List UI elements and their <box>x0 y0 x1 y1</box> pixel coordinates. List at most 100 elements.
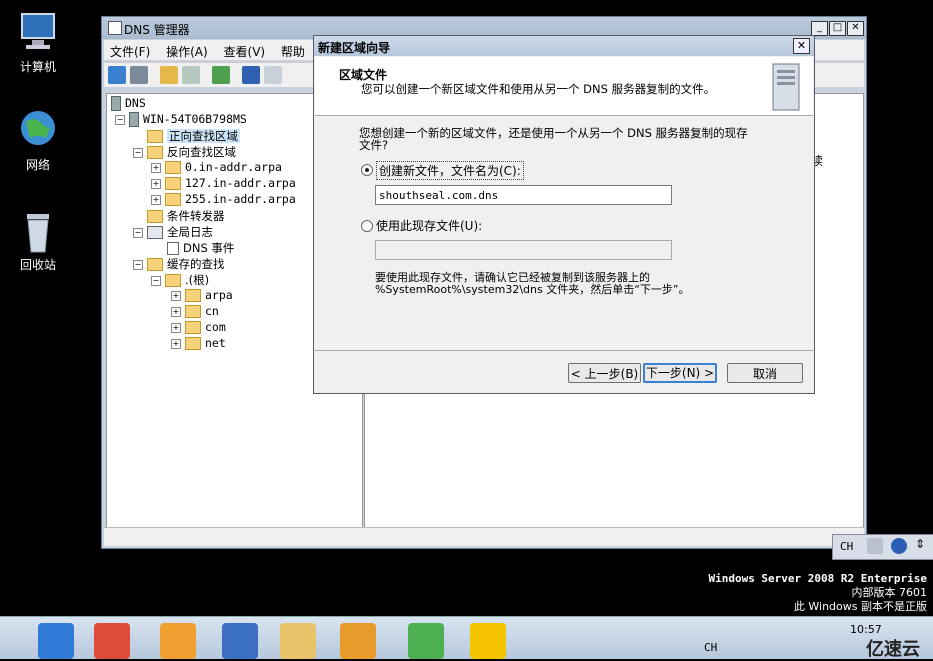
folder-icon <box>147 258 163 271</box>
maximize-button[interactable]: □ <box>829 21 846 36</box>
desktop-icon-network[interactable]: 网络 <box>8 108 68 173</box>
close-button[interactable]: ✕ <box>847 21 864 36</box>
expand-icon[interactable]: + <box>171 322 181 333</box>
folder-icon <box>185 321 201 334</box>
server-icon <box>129 112 139 127</box>
app-icon[interactable] <box>340 623 376 659</box>
folder-icon <box>147 146 163 159</box>
status-bar <box>104 527 864 546</box>
desktop-icon-label: 计算机 <box>19 60 56 74</box>
app-icon[interactable] <box>470 623 506 659</box>
desktop-icon-computer[interactable]: 计算机 <box>8 10 68 75</box>
dialog-title: 新建区域向导 <box>318 41 391 55</box>
tree-node-cache-child[interactable]: + net <box>171 336 226 350</box>
zone-icon <box>165 161 181 174</box>
wizard-header: 区域文件 您可以创建一个新区域文件和使用从另一个 DNS 服务器复制的文件。 <box>315 57 813 116</box>
existing-filename-input[interactable] <box>375 240 672 260</box>
new-filename-input[interactable]: shouthseal.com.dns <box>375 185 672 205</box>
tree-node-root-hint[interactable]: − .(根) <box>151 272 209 288</box>
folder-icon <box>185 289 201 302</box>
expand-icon[interactable]: + <box>171 306 181 317</box>
menu-view[interactable]: 查看(V) <box>218 40 272 63</box>
show-hide-tree-icon[interactable] <box>182 66 200 84</box>
dialog-close-button[interactable]: ✕ <box>793 38 810 54</box>
expand-icon[interactable]: + <box>151 178 161 189</box>
radio-create-new-file[interactable] <box>361 164 373 176</box>
dialog-titlebar[interactable]: 新建区域向导 ✕ <box>314 36 814 56</box>
tree-node-rev-zone[interactable]: +255.in-addr.arpa <box>151 192 296 206</box>
desktop-icon-recycle-bin[interactable]: 回收站 <box>8 208 68 273</box>
help-icon[interactable] <box>242 66 260 84</box>
tree-node-conditional-forwarders[interactable]: 条件转发器 <box>147 208 225 224</box>
expand-icon[interactable]: + <box>171 290 181 301</box>
language-bar[interactable]: CH ⇕ <box>832 534 933 560</box>
log-icon <box>147 226 163 239</box>
options-icon[interactable]: ⇕ <box>915 537 925 551</box>
network-globe-icon <box>16 108 60 152</box>
collapse-icon[interactable]: − <box>133 259 143 270</box>
menu-help[interactable]: 帮助 <box>275 40 311 63</box>
server-graphic-icon <box>765 62 805 115</box>
menu-action[interactable]: 操作(A) <box>160 40 214 63</box>
recycle-bin-icon <box>16 208 60 253</box>
tree-node-server[interactable]: − WIN-54T06B798MS <box>115 112 247 127</box>
properties-icon[interactable] <box>264 66 282 84</box>
refresh-icon[interactable] <box>212 66 230 84</box>
chrome-icon[interactable] <box>94 623 130 659</box>
zone-icon <box>165 193 181 206</box>
tree-node-rev-zone[interactable]: +0.in-addr.arpa <box>151 160 282 174</box>
radio-use-existing-file[interactable] <box>361 220 373 232</box>
yisu-watermark-logo: 亿速云 <box>866 639 920 660</box>
folder-icon[interactable] <box>280 623 316 659</box>
cancel-button[interactable]: 取消 <box>727 363 803 383</box>
tree-node-cached-lookups[interactable]: − 缓存的查找 <box>133 256 225 272</box>
collapse-icon[interactable]: − <box>133 147 143 158</box>
event-log-icon <box>167 242 179 255</box>
menu-file[interactable]: 文件(F) <box>104 40 156 63</box>
back-button[interactable]: < 上一步(B) <box>568 363 641 383</box>
folder-icon <box>185 337 201 350</box>
existing-file-note: 要使用此现存文件，请确认它已经被复制到该服务器上的 %SystemRoot%\s… <box>375 271 690 296</box>
tree-node-global-logs[interactable]: − 全局日志 <box>133 224 213 240</box>
collapse-icon[interactable]: − <box>133 227 143 238</box>
expand-icon[interactable]: + <box>151 162 161 173</box>
language-indicator[interactable]: CH <box>840 540 853 553</box>
wechat-icon[interactable] <box>408 623 444 659</box>
up-folder-icon[interactable] <box>160 66 178 84</box>
tree-node-cache-child[interactable]: + cn <box>171 304 219 318</box>
collapse-icon[interactable]: − <box>115 114 125 125</box>
tree-node-forward-zones[interactable]: 正向查找区域 <box>147 128 240 144</box>
app-icon[interactable] <box>160 623 196 659</box>
radio-use-existing-label[interactable]: 使用此现存文件(U): <box>376 217 482 234</box>
tree-node-dns[interactable]: DNS <box>111 96 146 111</box>
tree-node-reverse-zones[interactable]: − 反向查找区域 <box>133 144 236 160</box>
keyboard-icon[interactable] <box>867 538 883 554</box>
taskbar-language[interactable]: CH <box>704 641 717 654</box>
desktop-icon-label: 回收站 <box>19 258 56 272</box>
radio-create-new-label[interactable]: 创建新文件，文件名为(C): <box>376 161 524 180</box>
wizard-question: 您想创建一个新的区域文件，还是使用一个从另一个 DNS 服务器复制的现存 文件? <box>359 126 748 152</box>
tree-node-rev-zone[interactable]: +127.in-addr.arpa <box>151 176 296 190</box>
back-arrow-icon[interactable] <box>108 66 126 84</box>
minimize-button[interactable]: _ <box>811 21 828 36</box>
expand-icon[interactable]: + <box>151 194 161 205</box>
tree-node-cache-child[interactable]: + arpa <box>171 288 233 302</box>
tree-node-cache-child[interactable]: + com <box>171 320 226 334</box>
tree-node-dns-events[interactable]: DNS 事件 <box>167 240 234 256</box>
folder-icon <box>185 305 201 318</box>
next-button[interactable]: 下一步(N) > <box>643 363 717 383</box>
expand-icon[interactable]: + <box>171 338 181 349</box>
ie-browser-icon[interactable] <box>38 623 74 659</box>
app-icon[interactable] <box>222 623 258 659</box>
desktop-icon-label: 网络 <box>25 158 50 172</box>
new-zone-wizard-dialog: 新建区域向导 ✕ 区域文件 您可以创建一个新区域文件和使用从另一个 DNS 服务… <box>313 35 815 394</box>
collapse-icon[interactable]: − <box>151 275 161 286</box>
zone-icon <box>165 274 181 287</box>
forward-arrow-icon[interactable] <box>130 66 148 84</box>
folder-icon <box>147 130 163 143</box>
dns-app-icon <box>108 21 122 35</box>
folder-icon <box>147 210 163 223</box>
window-title: DNS 管理器 <box>124 23 190 37</box>
help-icon[interactable] <box>891 538 907 554</box>
zone-icon <box>165 177 181 190</box>
